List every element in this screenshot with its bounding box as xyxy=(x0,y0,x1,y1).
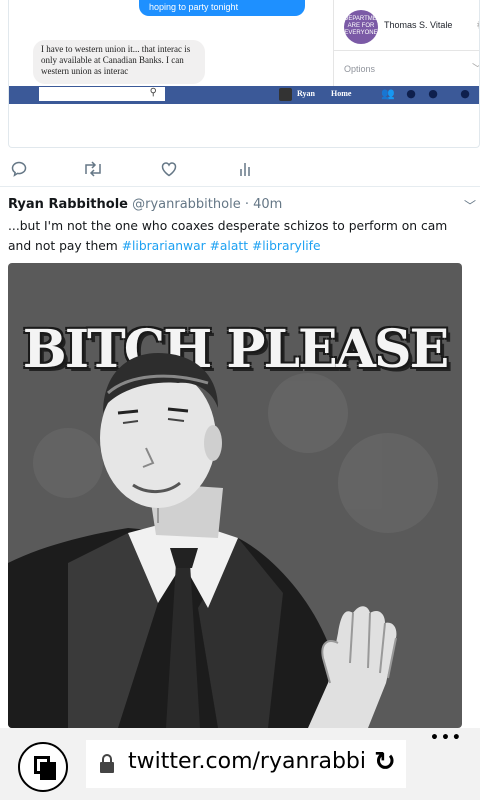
author-name[interactable]: Ryan Rabbithole xyxy=(8,197,128,212)
reload-icon[interactable]: ↻ xyxy=(374,747,396,777)
url-text[interactable]: twitter.com/ryanrabbi xyxy=(128,749,376,774)
search-icon: ⚲ xyxy=(149,87,157,98)
hashtag-link[interactable]: #alatt xyxy=(210,239,248,253)
contact-avatar: DEPARTMENT ARE FOR EVERYONE xyxy=(344,10,378,44)
globe-icon: ● xyxy=(428,87,438,100)
tweet-time: · 40m xyxy=(244,197,283,212)
contact-name: Thomas S. Vitale xyxy=(384,20,453,30)
tabs-icon-fill xyxy=(40,762,56,780)
more-menu-icon[interactable]: ••• xyxy=(430,730,463,746)
author-handle[interactable]: @ryanrabbithole xyxy=(132,197,241,212)
tweet-image[interactable]: BITCH PLEASE xyxy=(8,263,462,728)
analytics-icon[interactable] xyxy=(234,160,256,182)
heart-icon[interactable] xyxy=(158,160,180,182)
friends-icon: 👥 xyxy=(381,87,395,100)
tweet-actions xyxy=(0,160,480,184)
sent-message-bubble: hoping to party tonight xyxy=(139,0,305,16)
embedded-screenshot[interactable]: hoping to party tonight I have to wester… xyxy=(8,0,480,148)
divider xyxy=(334,50,479,51)
fb-chat-area: hoping to party tonight I have to wester… xyxy=(9,0,479,104)
tweet-text: ...but I'm not the one who coaxes desper… xyxy=(8,216,474,256)
fb-user-name: Ryan xyxy=(297,89,315,98)
fb-top-bar: ⚲ Ryan Home 👥 ● ● ● xyxy=(9,86,479,104)
hashtag-link[interactable]: #librarylife xyxy=(252,239,321,253)
reply-icon[interactable] xyxy=(8,160,30,182)
fb-conversation: hoping to party tonight I have to wester… xyxy=(9,0,329,90)
chevron-down-icon: ﹀ xyxy=(472,60,479,76)
fb-user-avatar xyxy=(279,88,292,101)
gear-icon: ⚙ xyxy=(476,18,479,32)
fb-contact-panel: DEPARTMENT ARE FOR EVERYONE Thomas S. Vi… xyxy=(333,0,479,86)
received-message-bubble: I have to western union it... that inter… xyxy=(33,40,205,84)
fb-home-link: Home xyxy=(331,89,352,98)
messenger-icon: ● xyxy=(406,87,416,100)
chevron-down-icon[interactable]: ﹀ xyxy=(464,197,476,214)
divider xyxy=(0,186,480,187)
tabs-button[interactable] xyxy=(18,742,68,792)
retro-man-illustration xyxy=(8,353,438,728)
screen: hoping to party tonight I have to wester… xyxy=(0,0,480,800)
retweet-icon[interactable] xyxy=(82,160,104,182)
browser-bottom-bar: twitter.com/ryanrabbi ↻ ••• xyxy=(0,728,480,800)
hashtag-link[interactable]: #librarianwar xyxy=(122,239,206,253)
address-bar[interactable]: twitter.com/ryanrabbi ↻ xyxy=(86,740,406,788)
help-icon: ● xyxy=(460,87,470,100)
tweet-header: Ryan Rabbithole @ryanrabbithole · 40m ﹀ xyxy=(8,197,476,215)
lock-icon xyxy=(100,754,114,774)
fb-search-box: ⚲ xyxy=(39,87,165,101)
options-label: Options xyxy=(344,64,376,74)
